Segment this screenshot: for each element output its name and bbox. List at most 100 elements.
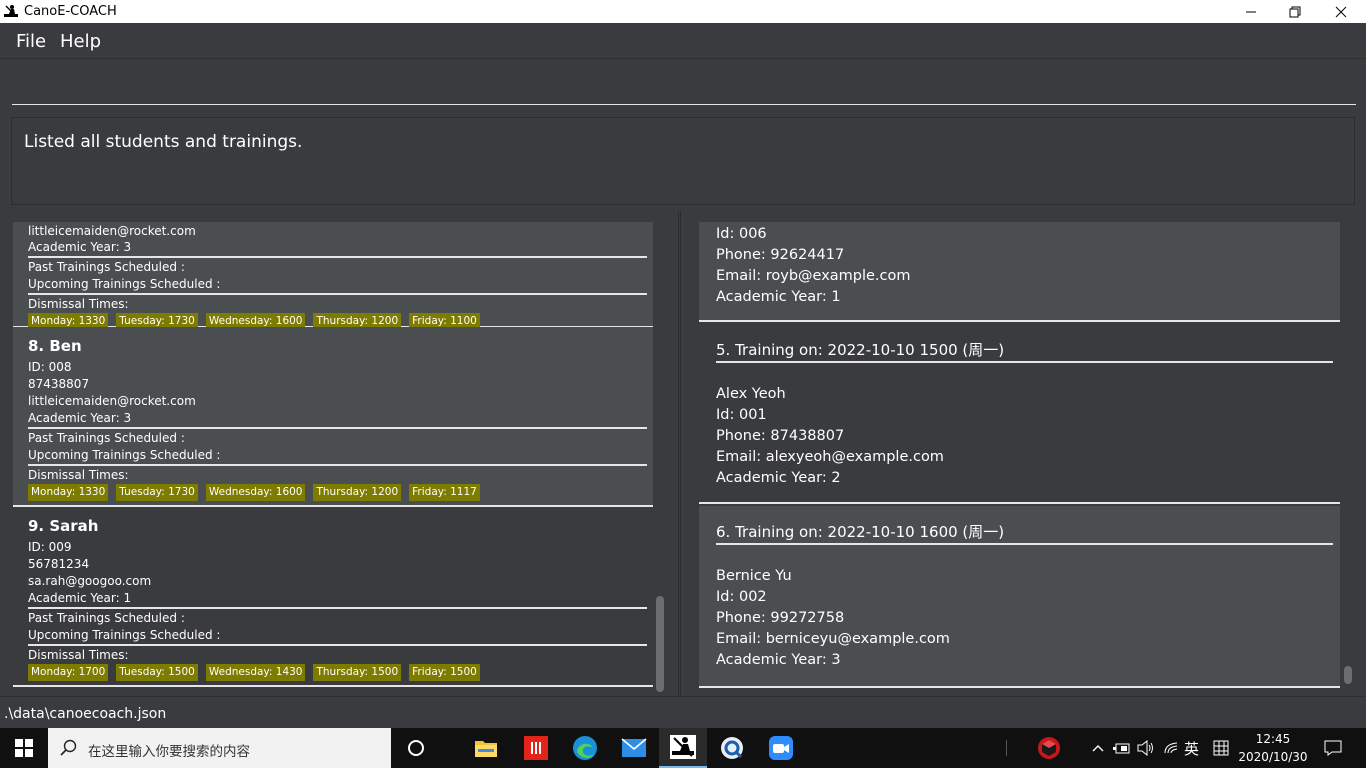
tray-overflow[interactable] <box>1088 728 1108 768</box>
divider <box>28 644 647 646</box>
result-display-container: Listed all students and trainings. <box>0 111 1366 211</box>
battery-icon <box>1113 743 1130 754</box>
training-student-email: Email: alexyeoh@example.com <box>716 449 944 465</box>
student-list-scrollbar[interactable] <box>655 222 667 696</box>
menu-file[interactable]: File <box>16 31 46 52</box>
dismissal-tag: Monday: 1700 <box>28 664 109 681</box>
app-red-icon <box>524 736 548 760</box>
notification-center[interactable] <box>1318 728 1348 768</box>
student-email: sa.rah@googoo.com <box>28 574 152 588</box>
window-title: CanoE-COACH <box>24 4 117 19</box>
dismissal-times-label: Dismissal Times: <box>28 648 129 662</box>
dismissal-tags: Monday: 1330 Tuesday: 1730 Wednesday: 16… <box>28 484 480 501</box>
minimize-button[interactable] <box>1228 0 1274 23</box>
canoe-coach-app-icon <box>4 5 18 17</box>
training-list-scrollbar[interactable] <box>1343 222 1355 696</box>
dismissal-times-label: Dismissal Times: <box>28 297 129 311</box>
student-academic-year: Academic Year: 3 <box>28 411 132 425</box>
close-icon <box>1335 6 1347 17</box>
result-message: Listed all students and trainings. <box>24 132 303 152</box>
minimize-icon <box>1246 11 1256 12</box>
training-title: 5. Training on: 2022-10-10 1500 (周一) <box>716 341 1005 359</box>
divider <box>28 293 647 295</box>
training-student-phone: Phone: 87438807 <box>716 428 845 444</box>
command-box <box>0 59 1366 111</box>
student-card[interactable]: 8. Ben ID: 008 87438807 littleicemaiden@… <box>13 327 653 507</box>
student-name: 9. Sarah <box>28 517 99 535</box>
zoom-icon <box>769 736 793 760</box>
student-name: 8. Ben <box>28 337 82 355</box>
student-id: ID: 009 <box>28 540 72 554</box>
menu-help[interactable]: Help <box>60 31 101 52</box>
training-list[interactable]: Id: 006 Phone: 92624417 Email: royb@exam… <box>699 222 1340 696</box>
antivirus-icon <box>1038 737 1060 759</box>
training-student-id: Id: 001 <box>716 407 767 423</box>
taskbar-file-explorer[interactable] <box>462 728 510 768</box>
clock-time: 12:45 <box>1255 732 1291 746</box>
student-card[interactable]: 9. Sarah ID: 009 56781234 sa.rah@googoo.… <box>13 507 653 687</box>
student-phone: 87438807 <box>28 377 90 391</box>
command-input[interactable] <box>12 63 1356 105</box>
tray-battery[interactable] <box>1111 728 1133 768</box>
taskbar-edge[interactable] <box>561 728 609 768</box>
dismissal-tag: Friday: 1117 <box>409 484 480 501</box>
taskbar-browser[interactable] <box>708 728 756 768</box>
divider <box>716 543 1333 545</box>
cortana-button[interactable] <box>395 728 437 768</box>
dismissal-tag: Tuesday: 1500 <box>116 664 198 681</box>
student-academic-year: Academic Year: 3 <box>28 240 132 254</box>
training-student-phone: Phone: 92624417 <box>716 247 845 263</box>
training-card[interactable]: 6. Training on: 2022-10-10 1600 (周一) Ber… <box>699 506 1340 688</box>
mail-icon <box>621 738 647 757</box>
divider <box>28 607 647 609</box>
clock-date: 2020/10/30 <box>1238 750 1308 764</box>
divider <box>716 361 1333 363</box>
tray-volume[interactable] <box>1135 728 1157 768</box>
training-student-year: Academic Year: 1 <box>716 289 841 305</box>
taskbar-canoe-coach[interactable] <box>659 728 707 768</box>
tray-antivirus[interactable] <box>1030 728 1068 768</box>
dismissal-tags: Monday: 1700 Tuesday: 1500 Wednesday: 14… <box>28 664 480 681</box>
training-student-email: Email: berniceyu@example.com <box>716 631 950 647</box>
training-student-id: Id: 006 <box>716 226 767 242</box>
taskbar-search[interactable]: 在这里输入你要搜索的内容 <box>48 728 391 768</box>
scroll-thumb[interactable] <box>1344 666 1352 684</box>
taskbar-mail[interactable] <box>610 728 658 768</box>
taskbar-zoom[interactable] <box>757 728 805 768</box>
language-indicator[interactable]: 英 <box>1184 738 1199 759</box>
title-bar: CanoE-COACH <box>0 0 1366 23</box>
taskbar-app-red[interactable] <box>512 728 560 768</box>
student-list[interactable]: littleicemaiden@rocket.com Academic Year… <box>13 222 653 696</box>
start-button[interactable] <box>0 728 48 768</box>
separator <box>1002 728 1012 768</box>
past-trainings-label: Past Trainings Scheduled : <box>28 611 185 625</box>
edge-icon <box>573 736 597 760</box>
training-student-email: Email: royb@example.com <box>716 268 911 284</box>
ime-icon <box>1213 740 1229 756</box>
close-button[interactable] <box>1318 0 1364 23</box>
search-placeholder: 在这里输入你要搜索的内容 <box>88 744 250 760</box>
upcoming-trainings-label: Upcoming Trainings Scheduled : <box>28 628 221 642</box>
training-card[interactable]: 5. Training on: 2022-10-10 1500 (周一) Ale… <box>699 322 1340 504</box>
restore-icon <box>1289 6 1301 17</box>
student-id: ID: 008 <box>28 360 72 374</box>
menu-bar: File Help <box>0 23 1366 59</box>
upcoming-trainings-label: Upcoming Trainings Scheduled : <box>28 277 221 291</box>
training-student-name: Bernice Yu <box>716 568 792 584</box>
tray-ime[interactable] <box>1210 728 1232 768</box>
dismissal-tag: Thursday: 1200 <box>313 484 402 501</box>
restore-button[interactable] <box>1272 0 1318 23</box>
cortana-icon <box>408 740 424 756</box>
dismissal-times-label: Dismissal Times: <box>28 468 129 482</box>
training-student-year: Academic Year: 3 <box>716 652 841 668</box>
training-card-partial[interactable]: Id: 006 Phone: 92624417 Email: royb@exam… <box>699 222 1340 322</box>
scroll-thumb[interactable] <box>656 596 664 692</box>
tray-wifi[interactable] <box>1160 728 1182 768</box>
dismissal-tag: Tuesday: 1730 <box>116 484 198 501</box>
training-student-id: Id: 002 <box>716 589 767 605</box>
training-student-phone: Phone: 99272758 <box>716 610 845 626</box>
taskbar-clock[interactable]: 12:45 2020/10/30 <box>1238 730 1308 766</box>
student-card-partial[interactable]: littleicemaiden@rocket.com Academic Year… <box>13 222 653 330</box>
student-phone: 56781234 <box>28 557 90 571</box>
dismissal-tag: Wednesday: 1430 <box>205 664 306 681</box>
